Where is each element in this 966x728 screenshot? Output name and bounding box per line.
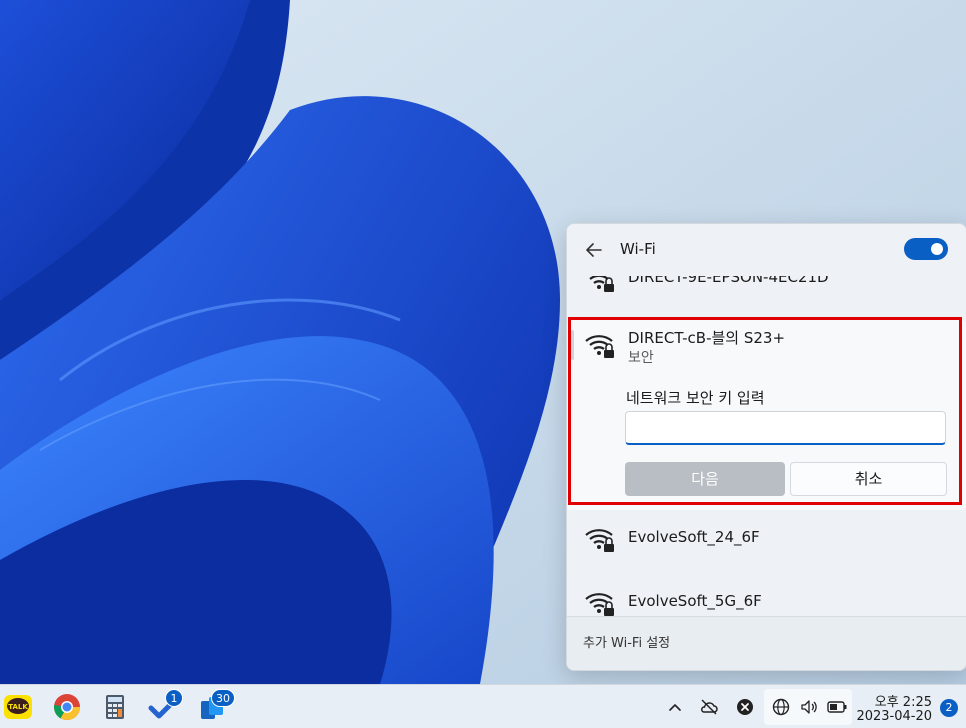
- network-item[interactable]: DIRECT-9E-EPSON-4EC21D: [567, 276, 966, 306]
- network-name: DIRECT-9E-EPSON-4EC21D: [628, 276, 829, 286]
- quick-settings-button[interactable]: [764, 689, 852, 725]
- calculator-icon: [106, 695, 124, 719]
- security-key-input[interactable]: [625, 411, 946, 445]
- wifi-secured-icon: [585, 335, 614, 358]
- kakaotalk-label: TALK: [8, 703, 28, 711]
- wifi-toggle[interactable]: [904, 238, 948, 260]
- clock-date[interactable]: 2023-04-20: [856, 709, 932, 724]
- kakaotalk-icon: TALK: [4, 695, 32, 719]
- chrome-icon: [53, 694, 81, 721]
- network-name: EvolveSoft_24_6F: [628, 528, 760, 546]
- wifi-secured-icon: [589, 276, 614, 292]
- flyout-header: Wi-Fi: [567, 224, 966, 276]
- flyout-footer: 추가 Wi-Fi 설정: [567, 616, 966, 670]
- network-security-status: 보안: [628, 350, 654, 366]
- globe-network-icon: [772, 698, 790, 716]
- more-wifi-settings-link[interactable]: 추가 Wi-Fi 설정: [583, 632, 670, 651]
- flyout-title: Wi-Fi: [620, 240, 656, 258]
- battery-icon: [827, 701, 847, 713]
- taskbar-app-calculator[interactable]: [99, 691, 131, 723]
- next-button[interactable]: 다음: [625, 462, 785, 496]
- toggle-knob: [931, 243, 943, 255]
- network-item[interactable]: EvolveSoft_5G_6F: [567, 576, 966, 616]
- taskbar-app-phone-link[interactable]: 30: [197, 689, 235, 723]
- selection-accent: [571, 330, 574, 360]
- security-key-label: 네트워크 보안 키 입력: [626, 389, 765, 407]
- clock-time[interactable]: 오후 2:25: [856, 691, 932, 710]
- taskbar-app-chrome[interactable]: [51, 691, 83, 723]
- cancel-button[interactable]: 취소: [790, 462, 947, 496]
- network-name: EvolveSoft_5G_6F: [628, 592, 762, 610]
- network-name: DIRECT-cB-블의 S23+: [628, 329, 786, 347]
- wifi-secured-icon: [585, 593, 614, 616]
- todo-badge: 1: [165, 689, 183, 707]
- volume-icon: [801, 700, 817, 714]
- back-arrow-icon[interactable]: [583, 239, 605, 261]
- network-item[interactable]: EvolveSoft_24_6F: [567, 512, 966, 566]
- onedrive-offline-icon[interactable]: [699, 697, 719, 717]
- taskbar: TALK 1 30 오후 2:25 2023-04-20 2: [0, 684, 966, 728]
- network-list[interactable]: DIRECT-9E-EPSON-4EC21D DIRECT-cB-블의 S23+…: [567, 276, 966, 616]
- phone-link-badge: 30: [211, 689, 235, 707]
- close-circle-icon[interactable]: [735, 697, 755, 717]
- wifi-secured-icon: [585, 529, 614, 552]
- wifi-flyout: Wi-Fi DIRECT-9E-EPSON-4EC21D DIRECT-cB-블…: [566, 223, 966, 671]
- chevron-up-icon[interactable]: [665, 697, 685, 717]
- taskbar-app-todo[interactable]: 1: [147, 689, 183, 723]
- network-item-expanded[interactable]: DIRECT-cB-블의 S23+ 보안 네트워크 보안 키 입력 다음 취소: [567, 320, 966, 510]
- notification-badge[interactable]: 2: [940, 699, 958, 717]
- taskbar-app-kakaotalk[interactable]: TALK: [2, 691, 34, 723]
